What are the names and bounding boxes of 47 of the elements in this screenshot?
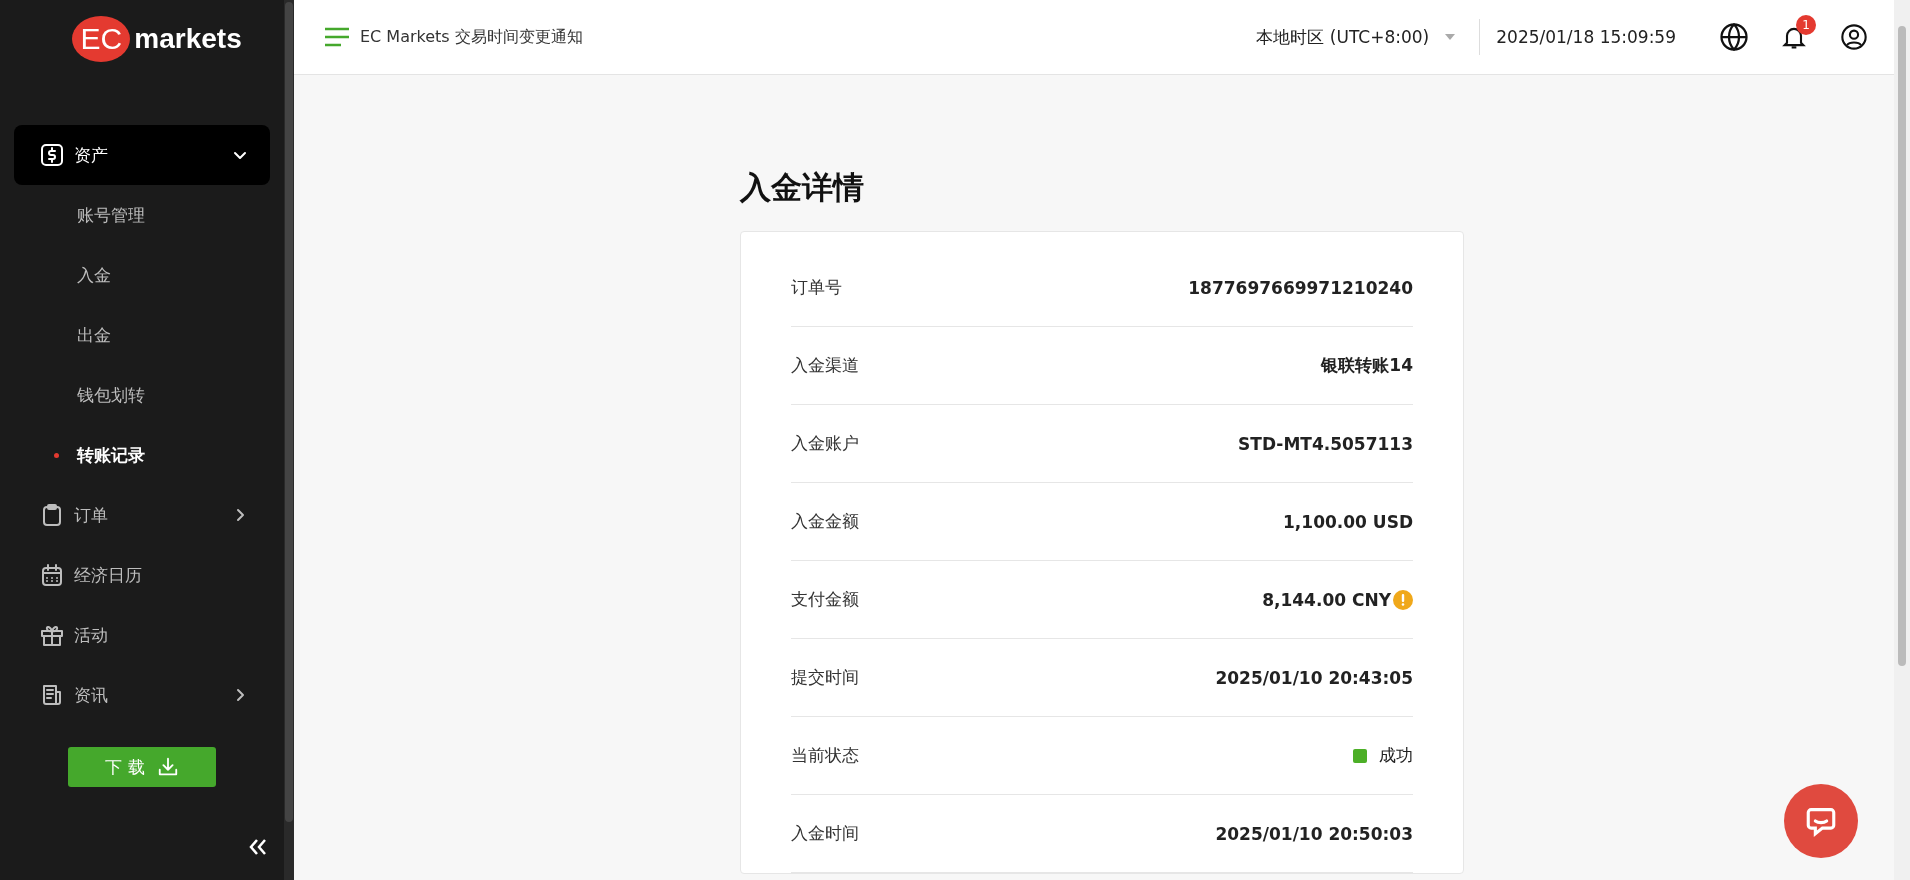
menu-icon [324,27,350,47]
field-label: 入金渠道 [791,354,859,377]
field-label: 入金金额 [791,510,859,533]
logo-mark: EC [72,16,131,62]
sidebar-subitem[interactable]: 转账记录 [14,425,270,485]
caret-icon [1445,34,1456,40]
logo-wordmark: markets [134,23,242,55]
globe-icon [1719,22,1749,52]
sidebar-subitem[interactable]: 入金 [14,245,270,305]
field-value: 银联转账14 [1321,354,1413,377]
language-button[interactable] [1718,21,1750,53]
field-value: 1877697669971210240 [1188,277,1413,298]
field-label: 支付金额 [791,588,859,611]
collapse-icon[interactable] [248,838,268,856]
field-value: 2025/01/10 20:50:03 [1215,823,1413,844]
sidebar-subitem[interactable]: 钱包划转 [14,365,270,425]
user-icon [1840,23,1868,51]
sidebar-item[interactable]: 经济日历 [14,545,270,605]
gift-icon [40,623,64,647]
calendar-icon [40,563,64,587]
newspaper-icon [40,683,64,707]
field-label: 订单号 [791,276,842,299]
field-label: 入金时间 [791,822,859,845]
sidebar-item[interactable]: 订单 [14,485,270,545]
sidebar-item[interactable]: 资讯 [14,665,270,725]
timezone-dropdown[interactable]: 本地时区 (UTC+8:00) [1250,19,1481,55]
field-value: 1,100.00 USD [1283,511,1413,532]
page-title: 入金详情 [740,168,865,207]
dollar-icon [40,143,64,167]
current-datetime: 2025/01/18 15:09:59 [1496,27,1676,47]
sidebar-subitem[interactable]: 出金 [14,305,270,365]
field-value: 2025/01/10 20:43:05 [1215,667,1413,688]
sidebar-item[interactable]: 资产 [14,125,270,185]
scrollbar-thumb[interactable] [1898,26,1906,666]
field-label: 当前状态 [791,744,859,767]
field-value: 8,144.00 CNY [1262,589,1391,610]
scrollbar-thumb[interactable] [285,2,293,822]
account-button[interactable] [1838,21,1870,53]
clipboard-icon [40,503,64,527]
field-value: STD-MT4.5057113 [1238,433,1413,454]
sidebar-subitem[interactable]: 账号管理 [14,185,270,245]
field-value: 成功 [1379,744,1413,767]
field-label: 入金账户 [791,432,859,455]
sidebar-item[interactable]: 活动 [14,605,270,665]
download-icon [156,756,179,778]
field-label: 提交时间 [791,666,859,689]
notification-badge: 1 [1796,15,1816,35]
